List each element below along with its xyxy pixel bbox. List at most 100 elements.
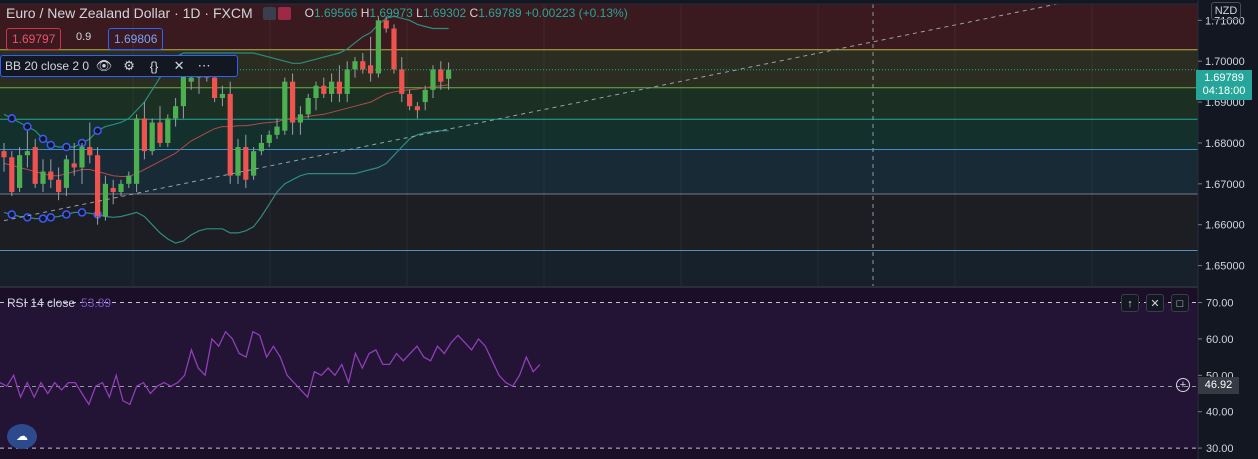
close-pane-button[interactable]: ✕ [1146, 294, 1164, 312]
candle-body [235, 147, 241, 176]
candle-body [219, 93, 225, 98]
rsi-tick-label: 60.00 [1206, 334, 1234, 346]
candle-body [243, 147, 249, 180]
candle-body [313, 85, 319, 98]
candle-body [352, 61, 358, 70]
crosshair-rsi-label: 46.92 [1198, 377, 1239, 394]
rsi-label: RSI 14 close [7, 296, 76, 310]
buy-button[interactable]: 1.69806 [108, 28, 164, 50]
candle-body [212, 77, 218, 98]
last-price-label: 1.69789 04:18:00 [1196, 70, 1252, 100]
bb-marker [7, 210, 17, 219]
fib-band [0, 149, 1198, 195]
candle-body [79, 147, 85, 168]
change-value: +0.00223 (+0.13%) [524, 6, 628, 20]
price-tick-label: 1.66000 [1205, 220, 1245, 232]
rsi-pane[interactable] [0, 286, 1258, 459]
bb-marker [62, 142, 71, 152]
candle-body [134, 118, 140, 184]
bar-countdown: 04:18:00 [1202, 85, 1246, 97]
indicator-legend[interactable]: BB 20 close 2 0 👁 ⚙ {} ✕ ⋯ [0, 55, 238, 77]
fib-band [0, 119, 1198, 150]
candle-body [149, 122, 155, 152]
candle-body [391, 28, 397, 70]
candle-body [71, 163, 77, 168]
sell-button[interactable]: 1.69797 [6, 28, 62, 50]
close-value: 1.69789 [478, 6, 522, 20]
fibonacci-retracement[interactable] [0, 4, 1198, 286]
candle-body [407, 93, 413, 107]
low-label: L [416, 6, 423, 20]
candle-body [414, 106, 420, 111]
last-price-value: 1.69789 [1204, 72, 1244, 84]
candle-body [399, 69, 405, 94]
rsi-band [0, 302, 1198, 449]
open-label: O [304, 6, 314, 20]
candle-body [32, 147, 38, 184]
candle-body [1, 151, 7, 158]
symbol-legend: Euro / New Zealand Dollar · 1D · FXCM O1… [6, 4, 628, 22]
high-value: 1.69973 [369, 6, 413, 20]
rsi-tick-label: 40.00 [1206, 407, 1234, 419]
candle-body [305, 98, 311, 115]
candle-body [40, 171, 46, 184]
bb-marker [46, 213, 56, 222]
candle-body [110, 187, 116, 192]
tradingview-logo-icon[interactable]: ☁ [7, 424, 37, 449]
candle-body [63, 159, 69, 188]
low-value: 1.69302 [422, 6, 467, 20]
price-tick-label: 1.68000 [1205, 138, 1245, 150]
gear-icon[interactable]: ⚙ [119, 58, 139, 74]
maximize-pane-button[interactable]: □ [1171, 294, 1189, 312]
candle-body [118, 183, 124, 192]
bb-marker [7, 114, 17, 123]
candle-body [173, 106, 179, 119]
bb-marker [38, 214, 48, 223]
candle-body [251, 151, 257, 176]
candle-body [375, 20, 381, 74]
candle-body [87, 147, 93, 156]
candle-body [227, 93, 233, 176]
market-status-icon [262, 6, 276, 20]
candle-body [344, 69, 350, 94]
candle-body [165, 118, 171, 143]
braces-icon[interactable]: {} [144, 59, 164, 74]
rsi-value: 53.89 [81, 296, 112, 310]
bb-marker [38, 134, 48, 144]
candle-body [48, 171, 54, 180]
candle-body [360, 61, 366, 70]
rsi-tick-label: 30.00 [1206, 443, 1234, 455]
candle-body [258, 142, 264, 152]
candle-body [274, 126, 280, 135]
move-pane-up-button[interactable]: ↑ [1121, 294, 1139, 312]
rsi-legend[interactable]: RSI 14 close 53.89 [7, 296, 111, 310]
candle-body [290, 81, 296, 123]
candle-body [329, 81, 335, 94]
candle-body [446, 69, 452, 79]
eye-icon[interactable]: 👁 [94, 58, 114, 74]
candle-body [126, 175, 132, 184]
price-tick-label: 1.70000 [1205, 56, 1245, 68]
bb-marker [77, 208, 87, 217]
close-icon[interactable]: ✕ [169, 58, 189, 74]
candle-body [266, 134, 272, 143]
open-value: 1.69566 [313, 6, 358, 20]
more-icon[interactable]: ⋯ [194, 58, 214, 74]
candle-body [102, 183, 108, 217]
price-tick-label: 1.65000 [1205, 261, 1245, 273]
candle-body [188, 77, 194, 82]
candle-body [17, 155, 23, 188]
close-label: C [469, 6, 479, 20]
bb-marker [62, 210, 71, 219]
candle-body [438, 69, 444, 82]
candle-body [430, 69, 436, 90]
fib-band [0, 87, 1198, 120]
candle-body [336, 81, 342, 94]
currency-selector[interactable]: NZD [1211, 2, 1241, 20]
symbol-title[interactable]: Euro / New Zealand Dollar · 1D · FXCM [6, 5, 253, 21]
indicator-label: BB 20 close 2 0 [5, 59, 90, 73]
add-alert-plus-icon[interactable]: + [1176, 378, 1190, 392]
ohlc-values: O1.69566 H1.69973 L1.69302 C1.69789 +0.0… [305, 6, 628, 20]
candle-body [95, 155, 101, 217]
candle-body [9, 157, 15, 192]
